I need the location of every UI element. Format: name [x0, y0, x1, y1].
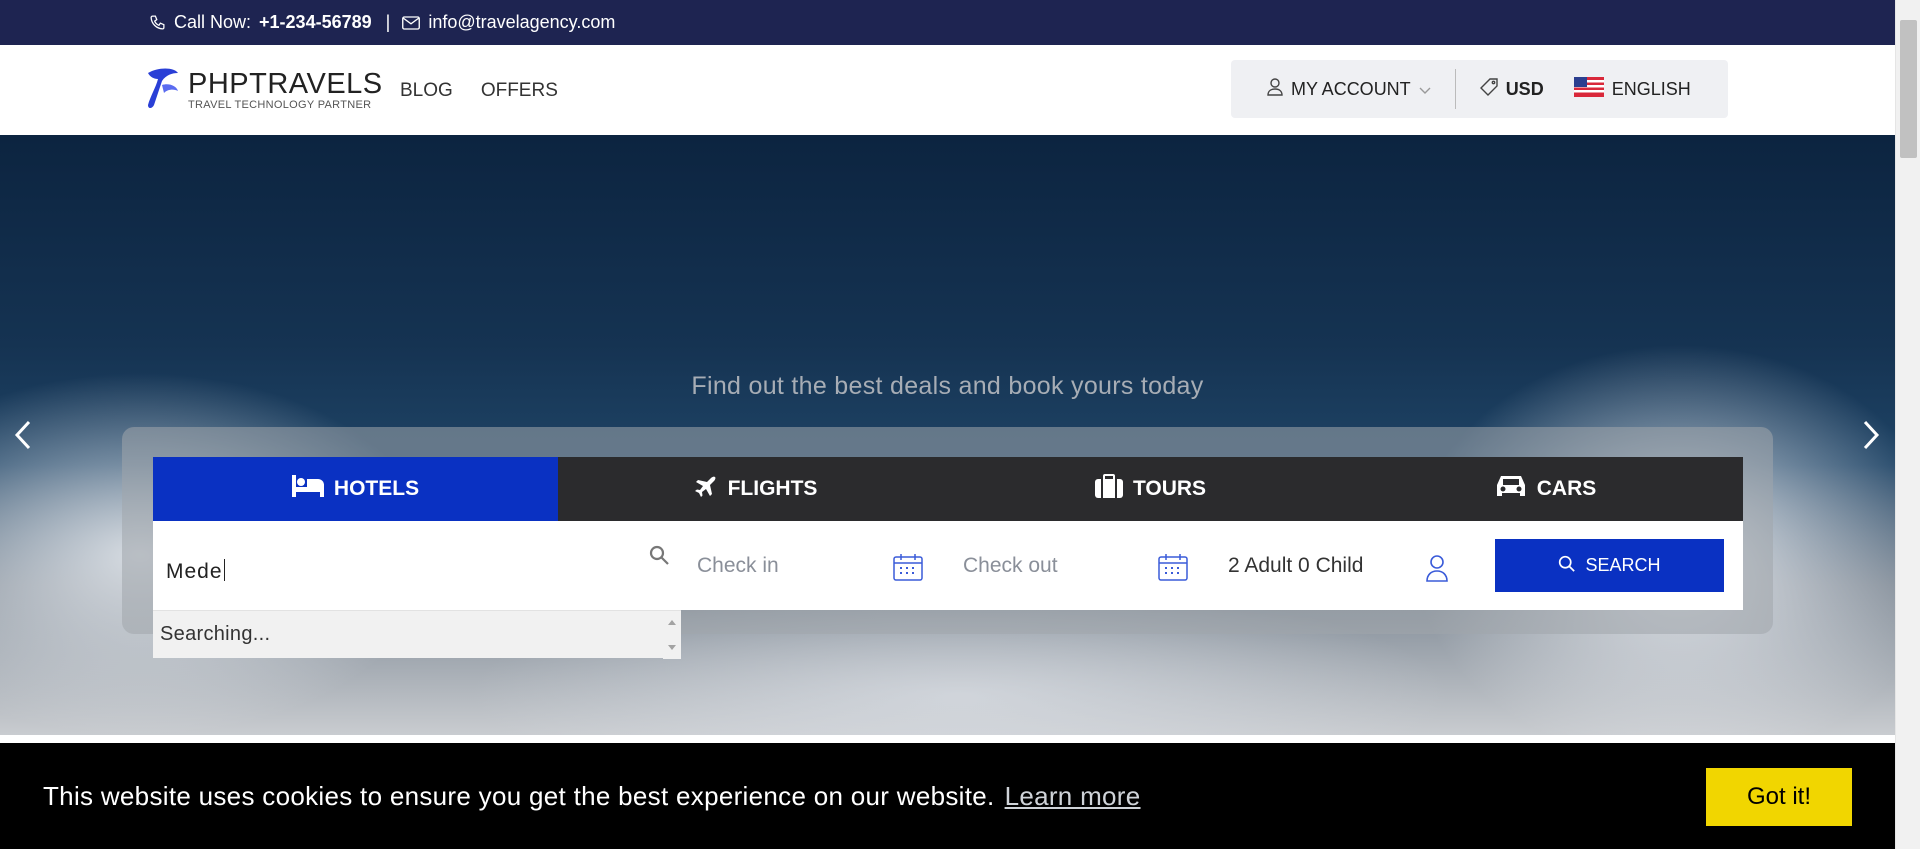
- car-icon: [1495, 474, 1527, 504]
- cookie-message-wrap: This website uses cookies to ensure you …: [43, 781, 1141, 812]
- search-icon: [1558, 555, 1576, 577]
- chevron-down-icon: [1419, 79, 1431, 100]
- topbar-separator: |: [385, 12, 391, 32]
- slider-next-button[interactable]: [1856, 415, 1886, 455]
- checkin-field[interactable]: Check in: [697, 521, 779, 610]
- text-caret: [223, 559, 225, 581]
- logo-subtitle: TRAVEL TECHNOLOGY PARTNER: [188, 99, 372, 111]
- guests-field[interactable]: 2 Adult 0 Child: [1228, 521, 1363, 610]
- my-account-label: MY ACCOUNT: [1291, 78, 1411, 99]
- tag-icon: [1479, 77, 1498, 101]
- account-toolbar: MY ACCOUNT USD ENGLISH: [1231, 60, 1728, 118]
- language-selector[interactable]: ENGLISH: [1573, 76, 1691, 102]
- logo-title: PHPTRAVELS: [188, 68, 383, 100]
- currency-selector[interactable]: USD: [1479, 77, 1544, 101]
- cookie-banner: This website uses cookies to ensure you …: [0, 743, 1895, 849]
- language-label: ENGLISH: [1611, 78, 1691, 99]
- account-divider: [1454, 69, 1456, 109]
- tab-flights-label: FLIGHTS: [727, 477, 818, 500]
- scroll-arrows-icon: [668, 620, 676, 650]
- suitcase-icon: [1094, 474, 1123, 504]
- calendar-icon[interactable]: [893, 553, 923, 586]
- tab-hotels[interactable]: HOTELS: [153, 457, 558, 521]
- call-label: Call Now:: [174, 12, 252, 32]
- search-button[interactable]: SEARCH: [1495, 539, 1724, 592]
- learn-more-link[interactable]: Learn more: [1005, 781, 1141, 811]
- logo-mark-icon: [144, 65, 182, 116]
- guest-user-icon[interactable]: [1425, 554, 1449, 587]
- main-header: PHPTRAVELS TRAVEL TECHNOLOGY PARTNER BLO…: [0, 45, 1895, 135]
- nav-blog[interactable]: BLOG: [400, 80, 453, 102]
- search-button-label: SEARCH: [1585, 555, 1661, 575]
- plane-icon: [694, 474, 718, 504]
- autocomplete-status: Searching...: [160, 623, 271, 645]
- search-icon: [649, 545, 669, 570]
- slider-prev-button[interactable]: [8, 415, 38, 455]
- tab-flights[interactable]: FLIGHTS: [558, 457, 953, 521]
- cookie-message: This website uses cookies to ensure you …: [43, 781, 995, 811]
- logo[interactable]: PHPTRAVELS TRAVEL TECHNOLOGY PARTNER: [144, 65, 383, 116]
- us-flag-icon: [1573, 76, 1604, 102]
- currency-label: USD: [1505, 78, 1544, 99]
- tab-cars-label: CARS: [1536, 477, 1597, 500]
- destination-input[interactable]: Mede: [153, 521, 681, 610]
- calendar-icon[interactable]: [1158, 553, 1188, 586]
- checkin-placeholder: Check in: [697, 553, 779, 577]
- checkout-field[interactable]: Check out: [963, 521, 1058, 610]
- mail-icon: [402, 14, 421, 32]
- my-account-dropdown[interactable]: MY ACCOUNT: [1267, 77, 1431, 101]
- destination-value: Mede: [166, 560, 223, 583]
- tab-cars[interactable]: CARS: [1348, 457, 1743, 521]
- cookie-accept-button[interactable]: Got it!: [1706, 768, 1852, 826]
- hotel-search-form: Mede Check in Check out 2 Adult 0 Child …: [153, 521, 1743, 610]
- page-scrollbar[interactable]: [1895, 0, 1920, 849]
- phone-icon: [148, 14, 166, 32]
- user-icon: [1267, 77, 1283, 101]
- tab-hotels-label: HOTELS: [333, 477, 420, 500]
- nav-offers[interactable]: OFFERS: [481, 80, 558, 102]
- checkout-placeholder: Check out: [963, 553, 1058, 577]
- tab-tours[interactable]: TOURS: [953, 457, 1348, 521]
- hero-subtitle: Find out the best deals and book yours t…: [691, 372, 1204, 400]
- autocomplete-dropdown: Searching...: [153, 610, 681, 659]
- dropdown-scrollbar[interactable]: [663, 611, 681, 659]
- top-bar: Call Now: +1-234-56789 | info@travelagen…: [0, 0, 1895, 45]
- scrollbar-thumb[interactable]: [1900, 20, 1917, 158]
- search-tabs: HOTELS FLIGHTS TOURS CARS: [153, 457, 1743, 521]
- bed-icon: [291, 475, 324, 503]
- guests-value: 2 Adult 0 Child: [1228, 553, 1364, 577]
- phone-number[interactable]: +1-234-56789: [259, 12, 372, 33]
- email-link[interactable]: info@travelagency.com: [428, 12, 615, 33]
- tab-tours-label: TOURS: [1132, 477, 1207, 500]
- main-nav: BLOG OFFERS: [400, 80, 558, 102]
